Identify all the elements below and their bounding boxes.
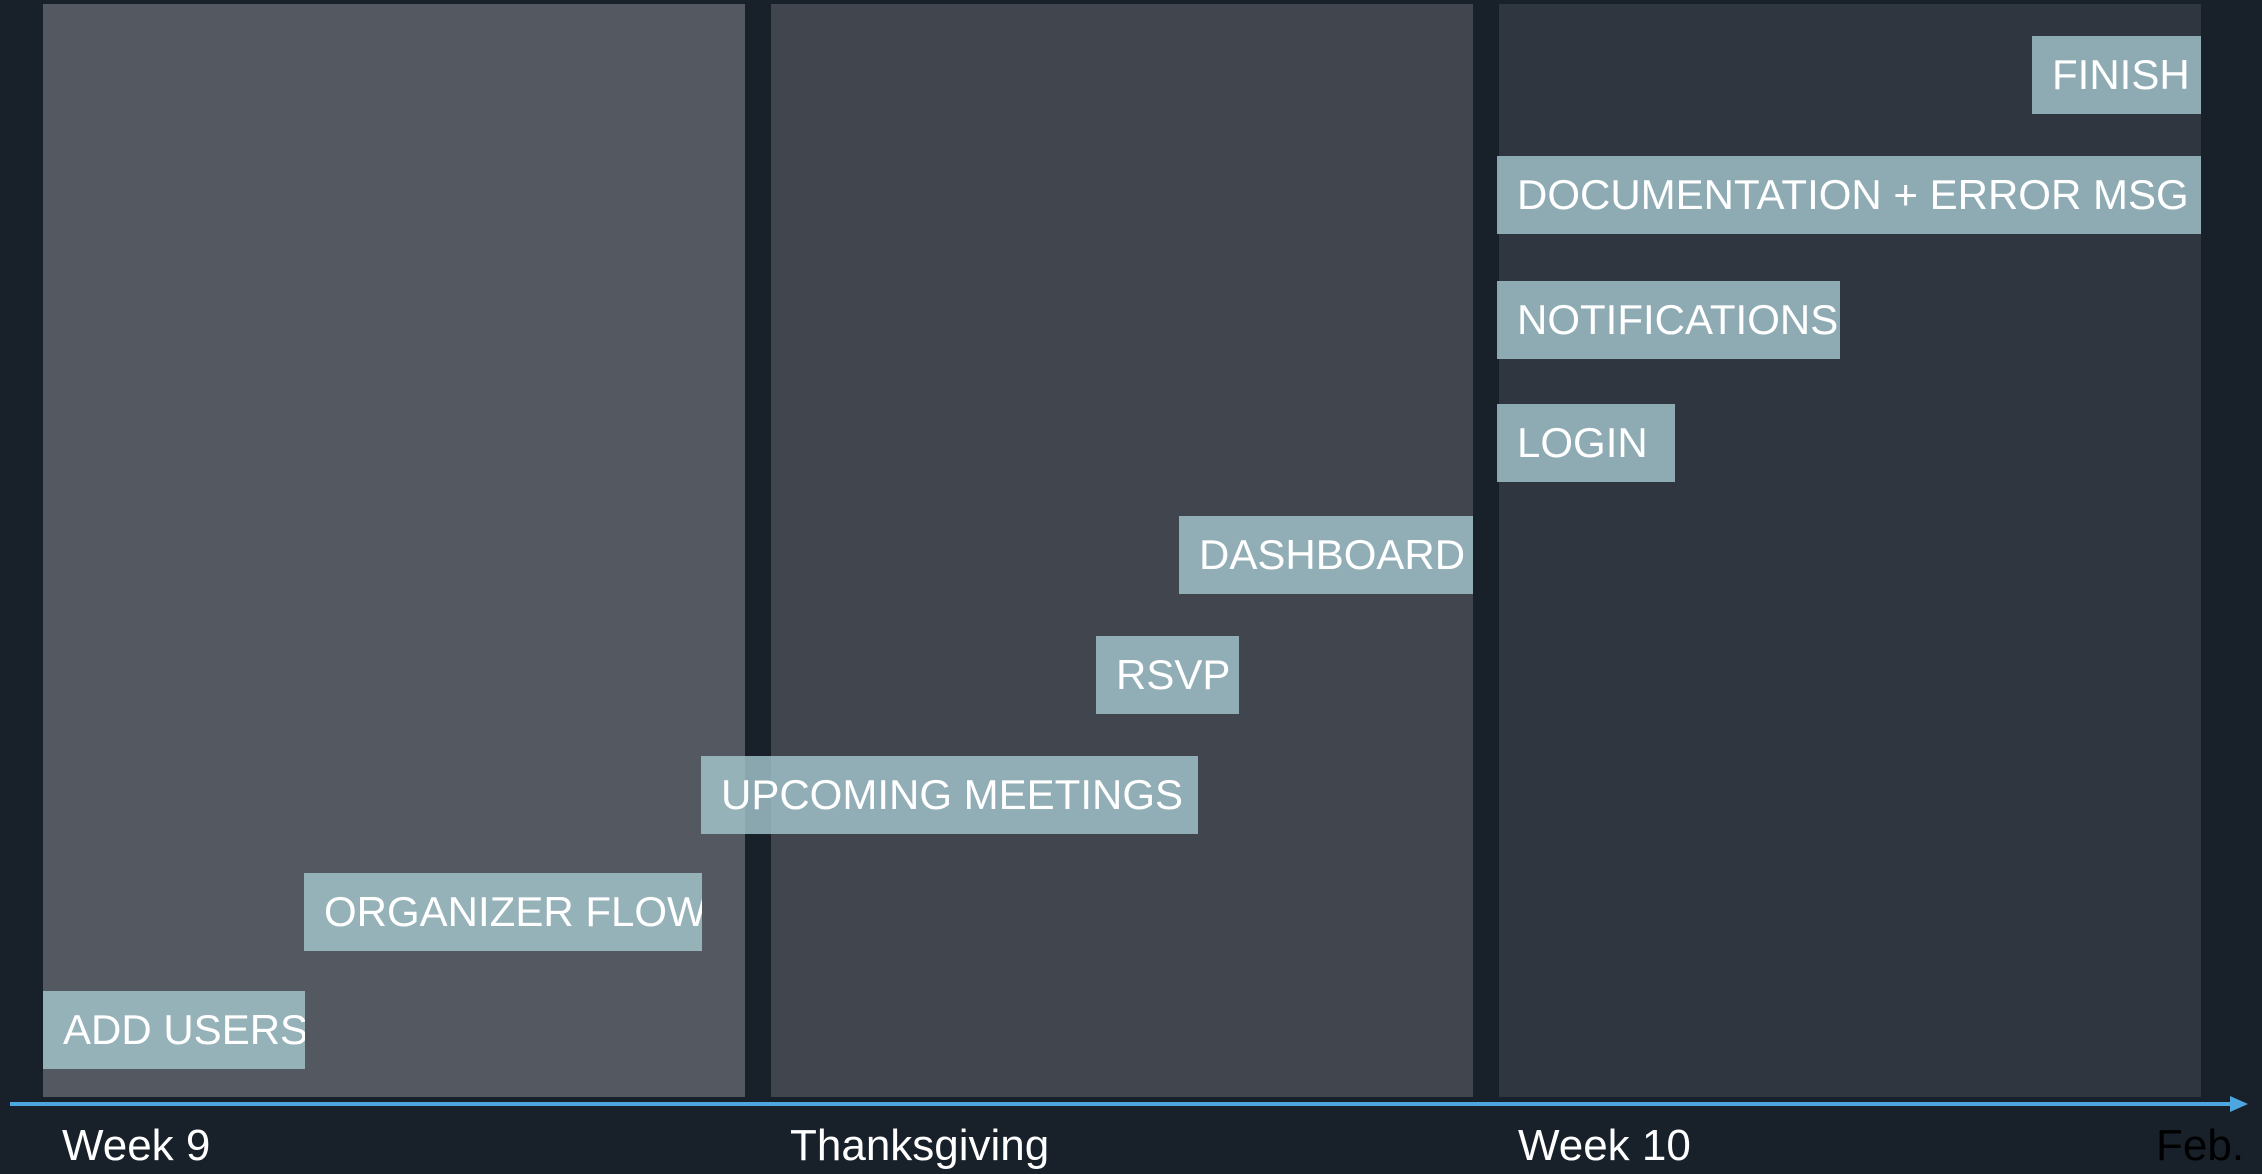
timeline-arrowhead [2230,1096,2248,1112]
task-rsvp: RSVP [1096,636,1239,714]
timeline-label-week-9: Week 9 [62,1121,211,1170]
task-dashboard: DASHBOARD [1179,516,1473,594]
timeline-label-week-10: Week 10 [1518,1121,1691,1170]
timeline-label-thanksgiving: Thanksgiving [790,1121,1050,1170]
task-notifications: NOTIFICATIONS [1497,281,1840,359]
task-organizer-flow: ORGANIZER FLOW [304,873,702,951]
task-documentation-error-msg: DOCUMENTATION + ERROR MSG [1497,156,2201,234]
timeline-axis [10,1102,2240,1106]
timeline-label-feb: Feb. [2156,1121,2245,1170]
task-finish: FINISH [2032,36,2201,114]
task-upcoming-meetings: UPCOMING MEETINGS [701,756,1198,834]
task-add-users: ADD USERS [43,991,305,1069]
task-login: LOGIN [1497,404,1675,482]
